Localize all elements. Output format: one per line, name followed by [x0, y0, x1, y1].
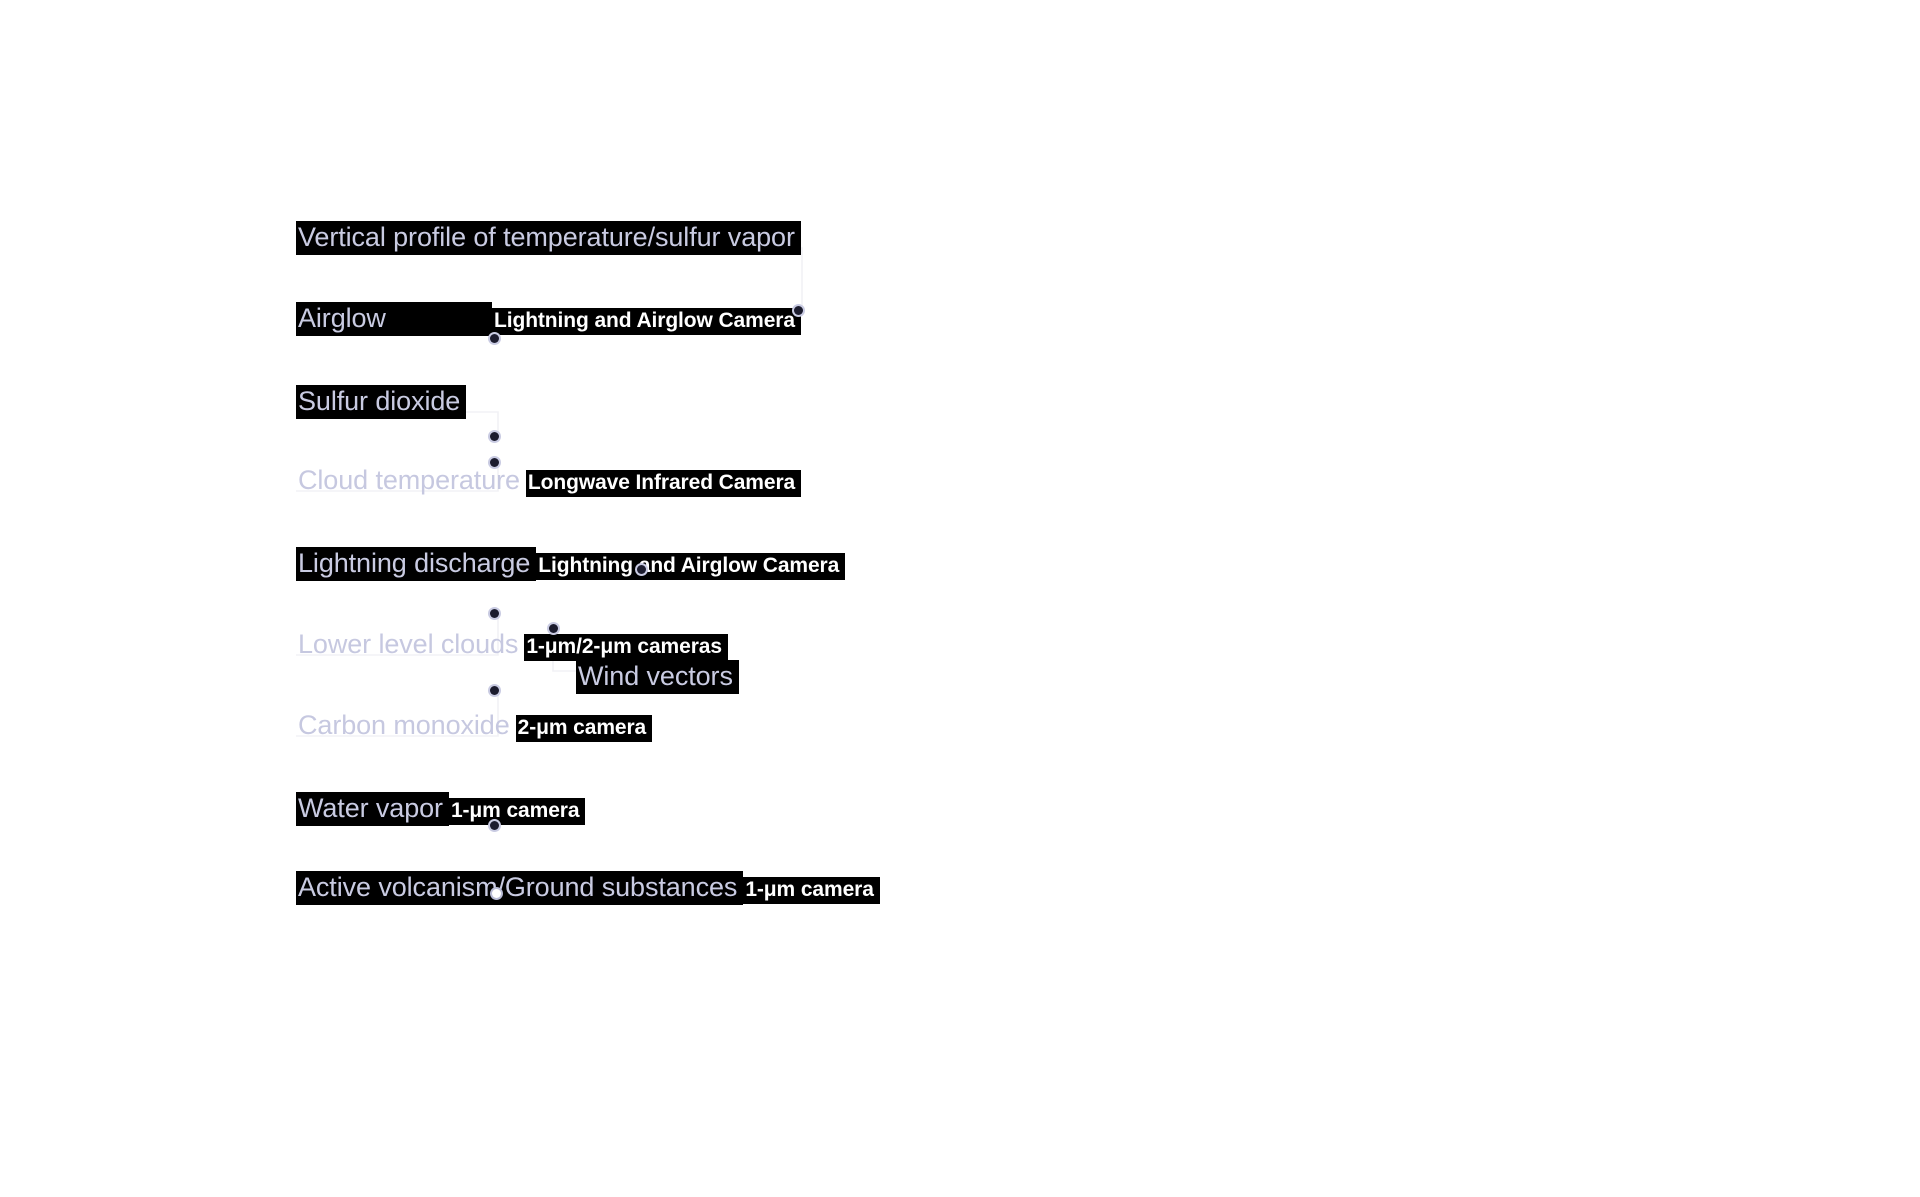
phenomenon-label-sulfur-dioxide: Sulfur dioxide: [296, 385, 467, 420]
marker-vertical-profile[interactable]: [794, 306, 803, 315]
instrument-label-lightning-discharge: Lightning and Airglow Camera: [536, 553, 846, 581]
instrument-label-water-vapor: 1-μm camera: [448, 798, 586, 826]
marker-sulfur-dioxide[interactable]: [490, 432, 499, 441]
phenomenon-label-cloud-temperature: Cloud temperature: [298, 465, 520, 495]
phenomenon-label-wind-vectors: Wind vectors: [576, 660, 739, 695]
marker-cloud-temperature[interactable]: [490, 458, 499, 467]
marker-wind-vectors[interactable]: [549, 624, 558, 633]
annotation-carbon-monoxide: Carbon monoxide 2-μm camera: [296, 709, 653, 743]
marker-water-vapor[interactable]: [490, 821, 499, 830]
connector-lines: [296, 247, 803, 898]
instrument-label-airglow: Lightning and Airglow Camera: [492, 308, 801, 336]
marker-lower-level-clouds[interactable]: [490, 609, 499, 618]
marker-lightning-discharge[interactable]: [637, 565, 646, 574]
annotation-wind-vectors: Wind vectors: [576, 660, 739, 695]
annotation-airglow: Airglow Lightning and Airglow Camera: [296, 302, 801, 337]
annotation-cloud-temperature: Cloud temperature Longwave Infrared Camer…: [296, 464, 802, 498]
instrument-label-cloud-temperature: Longwave Infrared Camera: [525, 470, 802, 498]
annotation-vertical-profile: Vertical profile of temperature/sulfur v…: [296, 221, 801, 256]
phenomenon-label-carbon-monoxide: Carbon monoxide: [298, 710, 510, 740]
marker-active-volcanism[interactable]: [492, 889, 501, 898]
instrument-label-active-volcanism: 1-μm camera: [743, 877, 880, 905]
instrument-label-carbon-monoxide: 2-μm camera: [515, 715, 653, 743]
instrument-label-lower-level-clouds: 1-μm/2-μm cameras: [524, 634, 728, 662]
phenomenon-label-active-volcanism: Active volcanism/Ground substances: [296, 871, 744, 906]
phenomenon-label-vertical-profile: Vertical profile of temperature/sulfur v…: [296, 221, 801, 256]
marker-carbon-monoxide[interactable]: [490, 686, 499, 695]
phenomenon-label-airglow: Airglow: [296, 302, 492, 337]
connector-vertical-profile: [296, 247, 803, 310]
annotation-lightning-discharge: Lightning discharge Lightning and Airglow…: [296, 547, 846, 582]
marker-airglow[interactable]: [490, 334, 499, 343]
phenomenon-label-water-vapor: Water vapor: [296, 792, 449, 827]
annotation-active-volcanism: Active volcanism/Ground substances 1-μm c…: [296, 871, 880, 906]
annotation-lower-level-clouds: Lower level clouds 1-μm/2-μm cameras: [296, 628, 728, 662]
annotation-sulfur-dioxide: Sulfur dioxide: [296, 385, 467, 420]
annotation-water-vapor: Water vapor 1-μm camera: [296, 792, 586, 827]
phenomenon-label-lightning-discharge: Lightning discharge: [296, 547, 537, 582]
figure-canvas: Vertical profile of temperature/sulfur v…: [0, 0, 1920, 1197]
phenomenon-label-lower-level-clouds: Lower level clouds: [298, 629, 519, 659]
